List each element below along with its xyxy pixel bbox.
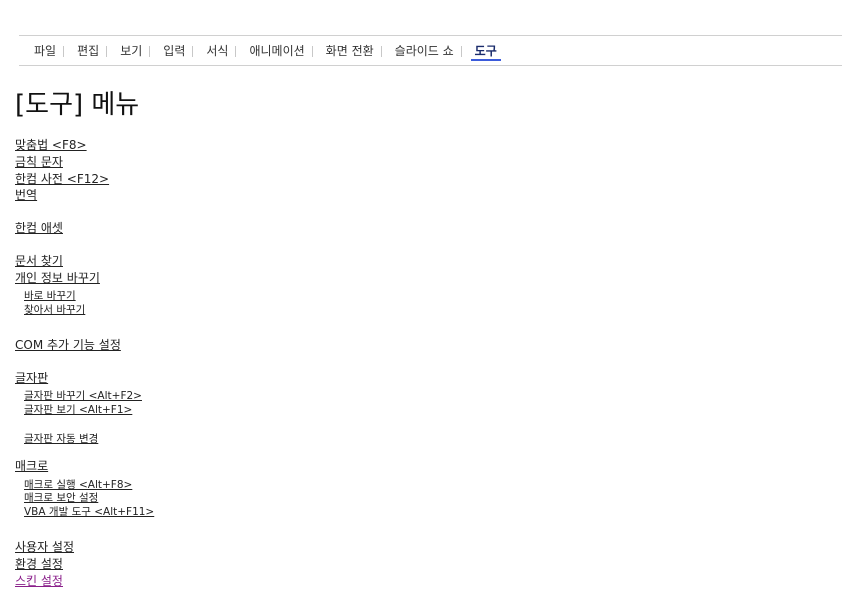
tab-edit[interactable]: 편집 [63,36,105,66]
link-find-and-replace[interactable]: 찾아서 바꾸기 [24,303,85,317]
tab-view[interactable]: 보기 [106,36,148,66]
tab-tools[interactable]: 도구 [460,36,503,66]
link-forbidden-chars[interactable]: 금칙 문자 [15,154,63,170]
menu-tab-bar: 파일 편집 보기 입력 서식 애니메이션 화면 전환 슬라이드 쇼 도구 [19,35,842,66]
link-keyboard[interactable]: 글자판 [15,370,48,386]
link-environment-settings[interactable]: 환경 설정 [15,556,63,572]
link-replace-personal-info[interactable]: 개인 정보 바꾸기 [15,270,100,286]
tab-transition[interactable]: 화면 전환 [311,36,380,66]
link-change-keyboard[interactable]: 글자판 바꾸기 <Alt+F2> [24,389,142,403]
tab-file[interactable]: 파일 [28,36,62,66]
link-find-document[interactable]: 문서 찾기 [15,253,63,269]
page-title: [도구] 메뉴 [15,90,140,120]
link-com-addin-settings[interactable]: COM 추가 기능 설정 [15,337,121,353]
link-skin-settings[interactable]: 스킨 설정 [15,573,63,589]
link-hancom-asset[interactable]: 한컴 애셋 [15,220,63,236]
tab-insert[interactable]: 입력 [149,36,191,66]
link-auto-change-keyboard[interactable]: 글자판 자동 변경 [24,432,98,446]
link-macro-security[interactable]: 매크로 보안 설정 [24,491,98,505]
link-translate[interactable]: 번역 [15,187,37,203]
tab-animation[interactable]: 애니메이션 [235,36,310,66]
link-vba-dev-tools[interactable]: VBA 개발 도구 <Alt+F11> [24,505,154,519]
link-user-settings[interactable]: 사용자 설정 [15,539,74,555]
link-run-macro[interactable]: 매크로 실행 <Alt+F8> [24,478,132,492]
link-replace-now[interactable]: 바로 바꾸기 [24,289,76,303]
tab-slideshow[interactable]: 슬라이드 쇼 [380,36,460,66]
link-spellcheck[interactable]: 맞춤법 <F8> [15,137,87,153]
link-view-keyboard[interactable]: 글자판 보기 <Alt+F1> [24,403,132,417]
link-macro[interactable]: 매크로 [15,458,48,474]
link-hancom-dictionary[interactable]: 한컴 사전 <F12> [15,171,109,187]
tab-format[interactable]: 서식 [192,36,234,66]
